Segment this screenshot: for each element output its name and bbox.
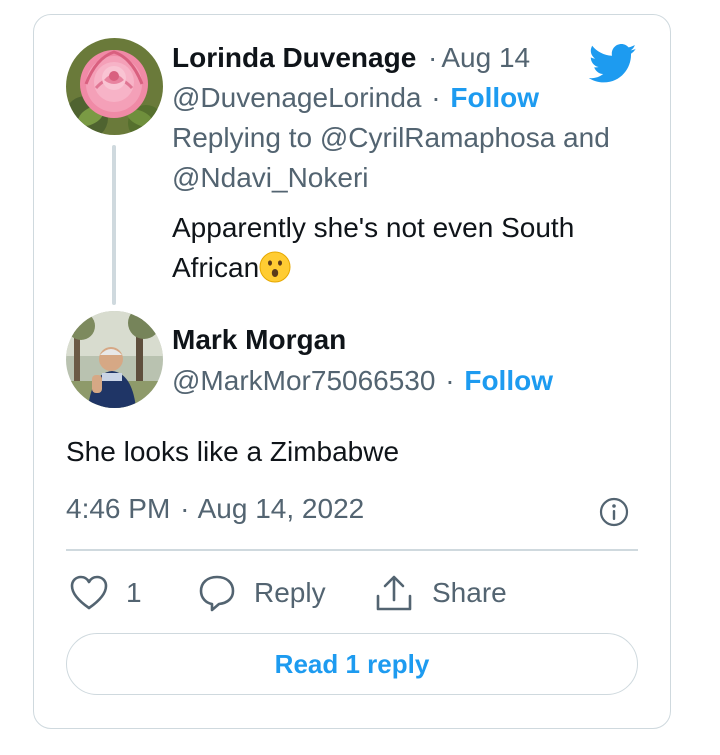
main-handle[interactable]: @MarkMor75066530 [172,365,435,396]
info-icon[interactable] [598,496,630,528]
divider [66,549,638,551]
read-replies-button[interactable]: Read 1 reply [66,633,638,695]
reply-handle[interactable]: @DuvenageLorinda [172,82,421,113]
main-follow-button[interactable]: Follow [464,365,553,396]
reply-author-line: Lorinda Duvenage · Aug 14 [172,41,530,75]
reply-handle-line: @DuvenageLorinda · Follow [172,81,539,115]
replying-to-link-2[interactable]: @Ndavi_Nokeri [172,162,369,193]
replying-prefix: Replying to [172,122,320,153]
tweet-time: 4:46 PM [66,493,171,524]
separator: · [180,493,190,524]
twitter-bird-icon[interactable] [588,44,638,84]
like-count: 1 [126,577,142,608]
share-action[interactable]: Share [374,573,507,613]
reply-text-line-2: African [172,251,291,285]
person-photo-avatar[interactable] [66,311,163,408]
timestamp-line[interactable]: 4:46 PM · Aug 14, 2022 [66,492,364,526]
reply-text-line-1: Apparently she's not even South [172,212,575,243]
reply-date[interactable]: Aug 14 [441,42,530,73]
reply-author-name[interactable]: Lorinda Duvenage [172,42,416,73]
main-handle-line: @MarkMor75066530 · Follow [172,364,553,398]
hushed-face-emoji-icon [259,251,291,283]
replying-to-line-2: @Ndavi_Nokeri [172,161,369,195]
separator: · [428,42,438,73]
reply-action[interactable]: Reply [198,573,326,613]
main-tweet-text: She looks like a Zimbabwe [66,436,400,467]
reply-follow-button[interactable]: Follow [450,82,539,113]
reply-bubble-icon [199,575,235,612]
share-label: Share [432,577,507,608]
replying-to-link-1[interactable]: @CyrilRamaphosa [320,122,555,153]
replying-and: and [555,122,610,153]
pink-rose-avatar[interactable] [66,38,163,135]
read-replies-label: Read 1 reply [274,648,430,679]
thread-connector-line [112,145,116,305]
like-action[interactable]: 1 [70,573,142,613]
separator: · [445,365,455,396]
reply-label: Reply [254,577,326,608]
share-upload-icon [376,575,412,611]
separator: · [431,82,441,113]
main-author-name[interactable]: Mark Morgan [172,323,346,357]
tweet-date: Aug 14, 2022 [197,493,365,524]
reply-text-word: African [172,252,260,283]
heart-icon [70,575,108,610]
replying-to-line: Replying to @CyrilRamaphosa and [172,121,610,155]
